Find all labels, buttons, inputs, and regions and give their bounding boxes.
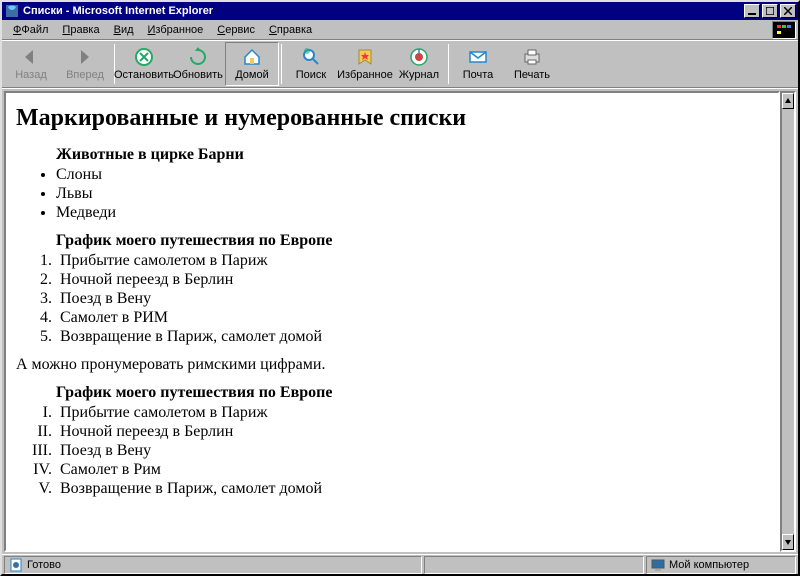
numbered-list: Прибытие самолетом в Париж Ночной переез… (36, 252, 768, 346)
forward-arrow-icon (74, 47, 96, 67)
ie-logo-icon (772, 21, 796, 39)
menu-view[interactable]: Вид (107, 22, 141, 38)
window-title: Списки - Microsoft Internet Explorer (23, 5, 742, 17)
scroll-track[interactable] (782, 109, 794, 534)
computer-icon (651, 558, 665, 572)
search-icon (300, 47, 322, 67)
list-item: Возвращение в Париж, самолет домой (56, 480, 768, 498)
refresh-icon (187, 47, 209, 67)
status-ready-pane: Готово (4, 556, 422, 574)
mail-icon (467, 47, 489, 67)
menubar: ФФайл Правка Вид Избранное Сервис Справк… (2, 20, 798, 40)
menu-file[interactable]: ФФайл (6, 22, 55, 38)
statusbar: Готово Мой компьютер (2, 554, 798, 574)
page-viewport[interactable]: Маркированные и нумерованные списки Живо… (4, 91, 780, 552)
content-area: Маркированные и нумерованные списки Живо… (2, 88, 798, 554)
close-button[interactable] (780, 4, 796, 18)
scroll-up-button[interactable] (782, 93, 794, 109)
roman-numbered-list: Прибытие самолетом в Париж Ночной переез… (28, 404, 768, 498)
toolbar: Назад Вперед Остановить Обновить Домой П… (2, 40, 798, 88)
history-button[interactable]: Журнал (392, 42, 446, 86)
list-item: Медведи (56, 204, 768, 222)
print-label: Печать (514, 69, 550, 81)
print-icon (521, 47, 543, 67)
ie-page-icon (9, 558, 23, 572)
list-item: Поезд в Вену (56, 290, 768, 308)
list-item: Поезд в Вену (56, 442, 768, 460)
refresh-label: Обновить (173, 69, 223, 81)
bulleted-list: Слоны Львы Медведи (38, 166, 768, 222)
list-item: Ночной переезд в Берлин (56, 271, 768, 289)
refresh-button[interactable]: Обновить (171, 42, 225, 86)
toolbar-separator (448, 44, 449, 84)
ie-app-icon (4, 3, 20, 19)
status-middle-pane (424, 556, 644, 574)
history-label: Журнал (399, 69, 439, 81)
list-item: Прибытие самолетом в Париж (56, 404, 768, 422)
home-icon (241, 47, 263, 67)
browser-window: Списки - Microsoft Internet Explorer ФФа… (0, 0, 800, 576)
search-button[interactable]: Поиск (284, 42, 338, 86)
mail-button[interactable]: Почта (451, 42, 505, 86)
mail-label: Почта (463, 69, 494, 81)
section-heading: График моего путешествия по Европе (56, 232, 768, 250)
list-item: Слоны (56, 166, 768, 184)
forward-label: Вперед (66, 69, 104, 81)
list-item: Львы (56, 185, 768, 203)
favorites-icon (354, 47, 376, 67)
list-item: Прибытие самолетом в Париж (56, 252, 768, 270)
favorites-button[interactable]: Избранное (338, 42, 392, 86)
list-item: Самолет в РИМ (56, 309, 768, 327)
list-item: Ночной переезд в Берлин (56, 423, 768, 441)
maximize-button[interactable] (762, 4, 778, 18)
back-arrow-icon (20, 47, 42, 67)
menu-favorites[interactable]: Избранное (141, 22, 211, 38)
titlebar: Списки - Microsoft Internet Explorer (2, 2, 798, 20)
forward-button[interactable]: Вперед (58, 42, 112, 86)
section-heading: График моего путешествия по Европе (56, 384, 768, 402)
stop-icon (133, 47, 155, 67)
toolbar-separator (281, 44, 282, 84)
list-item: Возвращение в Париж, самолет домой (56, 328, 768, 346)
status-zone-pane: Мой компьютер (646, 556, 796, 574)
page-title: Маркированные и нумерованные списки (16, 105, 768, 132)
menu-edit[interactable]: Правка (55, 22, 106, 38)
section-heading: Животные в цирке Барни (56, 146, 768, 164)
vertical-scrollbar[interactable] (780, 91, 796, 552)
home-label: Домой (235, 69, 269, 81)
home-button[interactable]: Домой (225, 42, 279, 86)
minimize-button[interactable] (744, 4, 760, 18)
status-zone-text: Мой компьютер (669, 559, 749, 571)
back-label: Назад (15, 69, 47, 81)
scroll-down-button[interactable] (782, 534, 794, 550)
stop-button[interactable]: Остановить (117, 42, 171, 86)
paragraph: А можно пронумеровать римскими цифрами. (16, 356, 768, 374)
stop-label: Остановить (114, 69, 174, 81)
status-ready-text: Готово (27, 559, 61, 571)
print-button[interactable]: Печать (505, 42, 559, 86)
favorites-label: Избранное (337, 69, 393, 81)
list-item: Самолет в Рим (56, 461, 768, 479)
back-button[interactable]: Назад (4, 42, 58, 86)
search-label: Поиск (296, 69, 326, 81)
history-icon (408, 47, 430, 67)
menu-help[interactable]: Справка (262, 22, 319, 38)
menu-tools[interactable]: Сервис (210, 22, 262, 38)
